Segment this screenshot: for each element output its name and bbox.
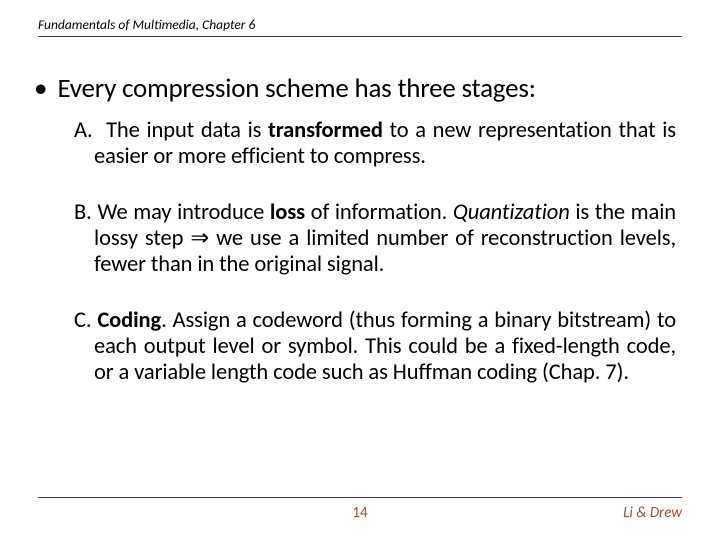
c-t1: . Assign a codeword (thus forming a bina… — [94, 307, 676, 386]
b-b1: loss — [270, 199, 305, 226]
c-b1: Coding — [97, 307, 161, 334]
sub-item-a: A. The input data is transformed to a ne… — [74, 118, 676, 170]
b-i1: Quantization — [453, 199, 570, 226]
label-a: A. — [74, 117, 93, 144]
footer-row: 14 Li & Drew — [38, 504, 682, 524]
page-number: 14 — [352, 504, 367, 522]
main-bullet-row: • Every compression scheme has three sta… — [38, 74, 682, 104]
authors: Li & Drew — [623, 504, 682, 522]
bullet-icon: • — [34, 74, 47, 104]
sub-item-a-wrap: A. The input data is transformed to a ne… — [74, 118, 676, 170]
a-bold: transformed — [268, 117, 383, 144]
b-t2: of information. — [305, 199, 453, 226]
b-t1: We may introduce — [92, 199, 270, 226]
sub-item-b: B. We may introduce loss of information.… — [74, 200, 676, 278]
slide-content: • Every compression scheme has three sta… — [38, 74, 682, 386]
slide-header: Fundamentals of Multimedia, Chapter 6 — [38, 16, 682, 37]
header-title: Fundamentals of Multimedia, Chapter 6 — [38, 16, 682, 36]
main-bullet-text: Every compression scheme has three stage… — [57, 74, 535, 104]
footer-rule — [38, 497, 682, 498]
sub-item-c: C. Coding. Assign a codeword (thus formi… — [74, 308, 676, 386]
label-c: C. — [74, 307, 91, 334]
sub-item-c-wrap: C. Coding. Assign a codeword (thus formi… — [74, 308, 676, 386]
label-b: B. — [74, 199, 92, 226]
slide-footer: 14 Li & Drew — [38, 497, 682, 524]
a-pre: The input data is — [106, 117, 268, 144]
sub-item-b-wrap: B. We may introduce loss of information.… — [74, 200, 676, 278]
header-rule — [38, 36, 682, 37]
